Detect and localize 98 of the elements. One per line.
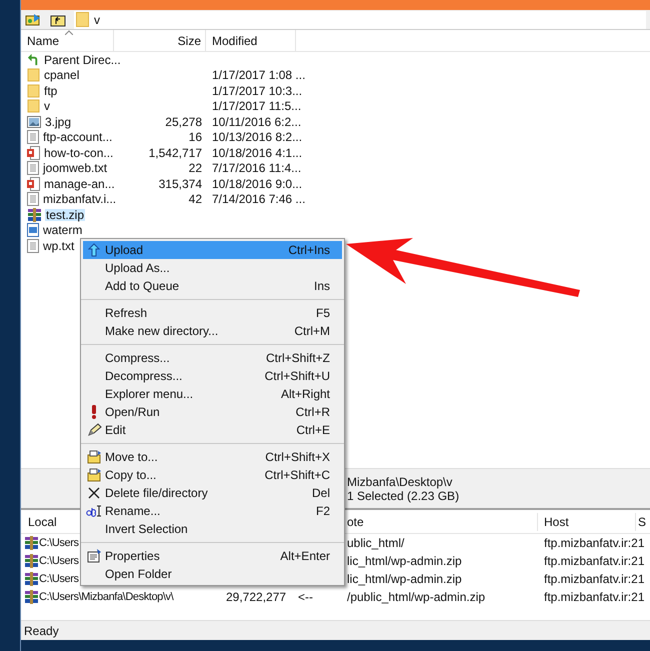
file-name[interactable]: test.zip [45, 208, 86, 221]
file-name[interactable]: Parent Direc... [43, 54, 122, 66]
file-name[interactable]: how-to-con... [43, 146, 114, 159]
local-path: C:\Users [39, 554, 79, 569]
file-modified-date: 10/11/2016 6:2... [212, 114, 302, 129]
column-header[interactable]: Modified [206, 30, 296, 51]
menu-item[interactable]: Invert Selection [83, 520, 342, 538]
menu-item[interactable]: Open Folder [83, 565, 342, 583]
file-size: 16 [188, 130, 202, 144]
column-header[interactable]: Size [114, 30, 206, 51]
file-modified-date: 10/13/2016 8:2... [212, 130, 302, 144]
host-text: ftp.mizbanfatv.ir:21 [544, 590, 644, 604]
remote-path: lic_html/wp-admin.zip [347, 572, 462, 586]
folder-icon [86, 468, 102, 482]
up-arrow-icon [88, 243, 100, 257]
file-name[interactable]: ftp-account... [42, 131, 114, 144]
file-size: 42 [188, 192, 202, 206]
menu-item[interactable]: Copy to... Ctrl+Shift+C [83, 466, 342, 484]
host-text: ftp.mizbanfatv.ir:21 [544, 572, 644, 586]
sort-caret-icon [65, 30, 73, 35]
menu-item[interactable]: Decompress... Ctrl+Shift+U [83, 367, 342, 385]
path-field[interactable]: v [74, 10, 646, 28]
file-modified-date: 1/17/2017 10:3... [212, 84, 302, 98]
file-name[interactable]: waterm [42, 224, 84, 236]
file-modified-date: 1/17/2017 1:08 ... [212, 68, 306, 82]
host-text: ftp.mizbanfatv.ir:21 [544, 554, 644, 568]
archive-icon [24, 554, 39, 568]
selection-text: 1 Selected (2.23 GB) [347, 488, 460, 502]
local-path: C:\Users [39, 536, 79, 551]
document-icon [27, 192, 39, 206]
menu-item[interactable]: Properties Alt+Enter [83, 547, 342, 565]
file-modified-date: 10/18/2016 9:0... [212, 176, 302, 191]
file-modified-date: 7/14/2016 7:46 ... [212, 192, 306, 206]
file-name[interactable]: v [43, 100, 51, 112]
menu-item[interactable]: Move to... Ctrl+Shift+X [83, 448, 342, 466]
file-name[interactable]: mizbanfatv.i... [42, 193, 118, 206]
menu-item[interactable]: Rename... F2 [83, 502, 342, 520]
text-cursor-icon [86, 505, 102, 517]
column-header[interactable]: Host [538, 512, 636, 530]
local-path: C:\Users\Mizbanfa\Desktop\v\ [39, 590, 174, 605]
folder-icon [27, 84, 40, 98]
image-file-icon [27, 116, 41, 128]
file-size: 315,374 [158, 176, 202, 191]
menu-item[interactable]: Open/Run Ctrl+R [83, 403, 342, 421]
properties-icon [86, 549, 102, 563]
menu-item[interactable]: Make new directory... Ctrl+M [83, 322, 342, 340]
file-name[interactable]: 3.jpg [44, 116, 72, 128]
file-size: 1,542,717 [148, 146, 202, 160]
status-text: Ready [24, 622, 59, 640]
pencil-icon [86, 423, 102, 437]
folder-icon [27, 99, 40, 114]
pdf-file-icon [27, 176, 40, 191]
network-folder-icon[interactable] [25, 12, 42, 26]
document-icon [27, 161, 39, 176]
column-header[interactable]: ote [346, 512, 538, 530]
file-name[interactable]: joomweb.txt [42, 162, 108, 174]
up-folder-icon[interactable] [50, 12, 66, 26]
folder-icon [86, 450, 102, 464]
back-arrow-icon [27, 53, 40, 66]
pdf-file-icon [27, 146, 40, 160]
menu-item[interactable]: Edit Ctrl+E [83, 421, 342, 439]
archive-icon [24, 572, 39, 586]
archive-icon [24, 590, 39, 604]
file-name[interactable]: manage-an... [43, 178, 116, 190]
remote-path: ublic_html/ [347, 536, 404, 550]
archive-icon [24, 536, 39, 550]
transfer-size: 29,722,277 [226, 590, 286, 604]
file-modified-date: 10/18/2016 4:1... [212, 146, 302, 160]
column-header[interactable]: S [636, 512, 646, 530]
folder-icon [76, 12, 89, 27]
file-name[interactable]: wp.txt [42, 240, 76, 252]
menu-item[interactable]: Explorer menu... Alt+Right [83, 385, 342, 403]
exclamation-icon [91, 405, 97, 419]
file-size: 25,278 [165, 114, 202, 129]
document-icon [27, 130, 39, 144]
host-text: ftp.mizbanfatv.ir:21 [544, 536, 644, 550]
menu-item[interactable]: Upload As... [83, 259, 342, 277]
file-name[interactable]: cpanel [43, 69, 80, 82]
file-modified-date: 1/17/2017 11:5... [212, 99, 302, 114]
menu-item[interactable]: Upload Ctrl+Ins [83, 241, 342, 259]
close-icon [88, 487, 100, 499]
menu-item[interactable]: Delete file/directory Del [83, 484, 342, 502]
direction-text: <-- [298, 590, 313, 604]
column-header[interactable]: Name [21, 30, 114, 51]
menu-item[interactable]: Refresh F5 [83, 304, 342, 322]
archive-icon [27, 208, 42, 222]
remote-path: lic_html/wp-admin.zip [347, 554, 462, 568]
folder-icon [27, 68, 40, 82]
menu-item[interactable]: Compress... Ctrl+Shift+Z [83, 349, 342, 367]
remote-path: /public_html/wp-admin.zip [347, 590, 486, 604]
file-size: 22 [188, 161, 202, 176]
file-name[interactable]: ftp [43, 84, 58, 97]
document-icon [27, 238, 39, 253]
menu-item[interactable]: Add to Queue Ins [83, 277, 342, 295]
image-file-icon [27, 223, 39, 238]
path-text: Mizbanfa\Desktop\v [347, 474, 454, 488]
local-path: C:\Users [39, 572, 79, 587]
file-modified-date: 7/17/2016 11:4... [212, 161, 302, 176]
